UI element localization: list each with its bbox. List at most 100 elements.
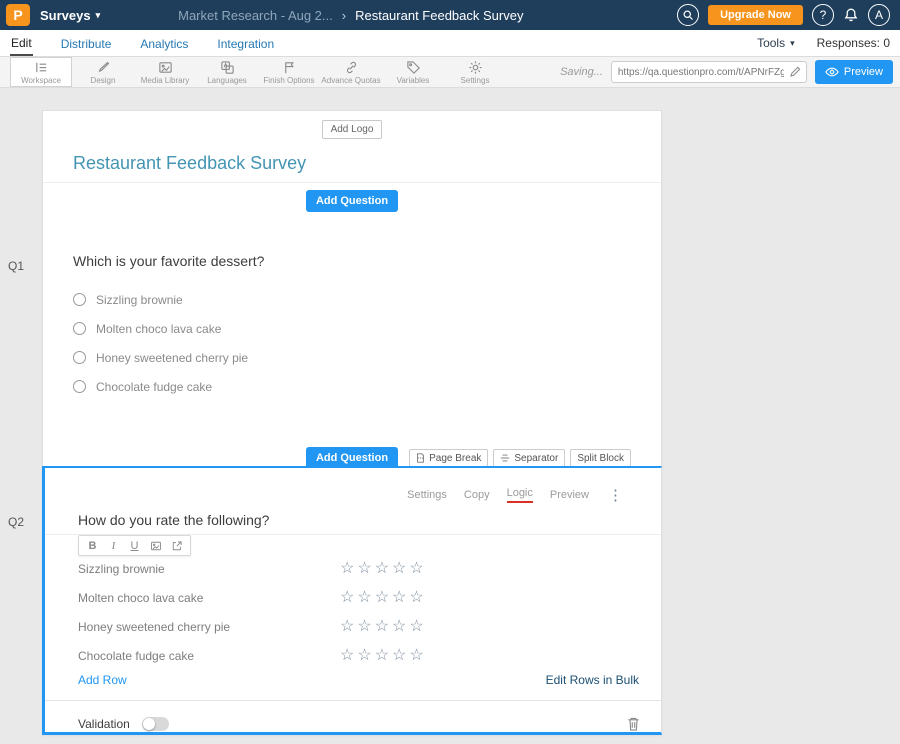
insert-image-button[interactable] xyxy=(145,536,166,555)
logo-row: Add Logo xyxy=(43,111,661,139)
editor-toolbar: Workspace Design Media Library Languages… xyxy=(0,57,900,88)
toolbar-item-design[interactable]: Design xyxy=(72,57,134,87)
star-icon[interactable]: ☆ xyxy=(340,561,354,577)
star-icon[interactable]: ☆ xyxy=(409,590,423,606)
breadcrumb-current: Restaurant Feedback Survey xyxy=(355,8,523,23)
star-icon[interactable]: ☆ xyxy=(375,648,389,664)
validation-label: Validation xyxy=(78,717,130,731)
star-icon[interactable]: ☆ xyxy=(375,619,389,635)
toolbar-item-advance-quotas[interactable]: Advance Quotas xyxy=(320,57,382,87)
bold-button[interactable]: B xyxy=(82,536,103,555)
rating-row-label[interactable]: Honey sweetened cherry pie xyxy=(78,620,340,634)
q2-preview-link[interactable]: Preview xyxy=(550,489,589,501)
rating-row-label[interactable]: Molten choco lava cake xyxy=(78,591,340,605)
validation-toggle[interactable] xyxy=(142,717,169,731)
q2-settings-link[interactable]: Settings xyxy=(407,489,447,501)
questionpro-logo[interactable]: P xyxy=(6,4,30,26)
toolbar-item-workspace[interactable]: Workspace xyxy=(10,57,72,87)
radio-button[interactable] xyxy=(73,380,86,393)
block-actions: Page Break Separator Split Block xyxy=(409,449,631,467)
nav-right: Tools ▾ Responses: 0 xyxy=(757,36,890,50)
delete-question-button[interactable] xyxy=(626,716,641,732)
separator-button[interactable]: Separator xyxy=(493,449,565,467)
rating-row: Honey sweetened cherry pie ☆☆☆☆☆ xyxy=(78,612,641,641)
option-label[interactable]: Molten choco lava cake xyxy=(96,322,221,336)
surveys-menu[interactable]: Surveys ▾ xyxy=(40,8,100,23)
edit-rows-in-bulk-link[interactable]: Edit Rows in Bulk xyxy=(546,673,639,687)
breadcrumb-parent[interactable]: Market Research - Aug 2... xyxy=(178,8,333,23)
survey-url-input[interactable] xyxy=(611,61,807,83)
star-icon[interactable]: ☆ xyxy=(357,590,371,606)
languages-icon xyxy=(220,60,235,75)
chevron-down-icon: ▾ xyxy=(790,38,795,49)
eye-icon xyxy=(825,67,839,77)
toolbar-item-finish-options[interactable]: Finish Options xyxy=(258,57,320,87)
survey-title[interactable]: Restaurant Feedback Survey xyxy=(73,153,661,174)
toolbar-item-settings[interactable]: Settings xyxy=(444,57,506,87)
preview-button[interactable]: Preview xyxy=(815,60,893,84)
star-icon[interactable]: ☆ xyxy=(340,648,354,664)
media-library-icon xyxy=(158,60,173,75)
star-icon[interactable]: ☆ xyxy=(392,648,406,664)
tools-menu[interactable]: Tools ▾ xyxy=(757,36,795,50)
star-icon[interactable]: ☆ xyxy=(392,619,406,635)
star-icon[interactable]: ☆ xyxy=(392,590,406,606)
edit-url-icon[interactable] xyxy=(789,65,802,78)
star-icon[interactable]: ☆ xyxy=(409,619,423,635)
star-icon[interactable]: ☆ xyxy=(409,561,423,577)
option-label[interactable]: Honey sweetened cherry pie xyxy=(96,351,248,365)
responses-count[interactable]: Responses: 0 xyxy=(817,36,890,50)
more-options-icon[interactable]: ⋮ xyxy=(608,486,623,504)
tab-integration[interactable]: Integration xyxy=(216,32,275,55)
rating-row: Molten choco lava cake ☆☆☆☆☆ xyxy=(78,583,641,612)
q2-copy-link[interactable]: Copy xyxy=(464,489,490,501)
help-button[interactable]: ? xyxy=(812,4,834,26)
q1-question-text[interactable]: Which is your favorite dessert? xyxy=(73,253,661,270)
option-row: Chocolate fudge cake xyxy=(43,372,661,401)
radio-button[interactable] xyxy=(73,351,86,364)
star-icon[interactable]: ☆ xyxy=(340,619,354,635)
toolbar-item-media-library[interactable]: Media Library xyxy=(134,57,196,87)
external-link-button[interactable] xyxy=(166,536,187,555)
rating-row-label[interactable]: Sizzling brownie xyxy=(78,562,340,576)
split-block-button[interactable]: Split Block xyxy=(570,449,631,467)
search-button[interactable] xyxy=(677,4,699,26)
tab-analytics[interactable]: Analytics xyxy=(139,32,189,55)
star-icon[interactable]: ☆ xyxy=(357,561,371,577)
add-question-button[interactable]: Add Question xyxy=(306,190,398,212)
add-row-link[interactable]: Add Row xyxy=(78,673,127,687)
divider xyxy=(45,700,661,701)
toolbar-item-variables[interactable]: Variables xyxy=(382,57,444,87)
q1-marker: Q1 xyxy=(8,259,24,273)
variables-icon xyxy=(406,60,421,75)
italic-button[interactable]: I xyxy=(103,536,124,555)
star-icon[interactable]: ☆ xyxy=(340,590,354,606)
upgrade-now-button[interactable]: Upgrade Now xyxy=(708,5,803,25)
survey-url-field xyxy=(611,61,807,83)
star-icon[interactable]: ☆ xyxy=(375,590,389,606)
star-icon[interactable]: ☆ xyxy=(357,648,371,664)
notifications-button[interactable] xyxy=(843,7,859,23)
tab-edit[interactable]: Edit xyxy=(10,31,33,56)
star-icon[interactable]: ☆ xyxy=(375,561,389,577)
q1-options: Sizzling brownie Molten choco lava cake … xyxy=(43,285,661,401)
tab-distribute[interactable]: Distribute xyxy=(60,32,113,55)
rating-row-label[interactable]: Chocolate fudge cake xyxy=(78,649,340,663)
option-label[interactable]: Chocolate fudge cake xyxy=(96,380,212,394)
page-break-button[interactable]: Page Break xyxy=(409,449,488,467)
q2-logic-link[interactable]: Logic xyxy=(507,487,533,503)
toolbar-item-languages[interactable]: Languages xyxy=(196,57,258,87)
star-icon[interactable]: ☆ xyxy=(409,648,423,664)
add-logo-button[interactable]: Add Logo xyxy=(322,120,383,139)
q2-question-text[interactable]: How do you rate the following? xyxy=(78,512,269,528)
star-icon[interactable]: ☆ xyxy=(357,619,371,635)
surveys-menu-label: Surveys xyxy=(40,8,91,23)
format-toolbar: B I U xyxy=(78,535,191,556)
avatar[interactable]: A xyxy=(868,4,890,26)
star-icon[interactable]: ☆ xyxy=(392,561,406,577)
chevron-down-icon: ▾ xyxy=(96,10,101,21)
radio-button[interactable] xyxy=(73,293,86,306)
option-label[interactable]: Sizzling brownie xyxy=(96,293,183,307)
radio-button[interactable] xyxy=(73,322,86,335)
underline-button[interactable]: U xyxy=(124,536,145,555)
